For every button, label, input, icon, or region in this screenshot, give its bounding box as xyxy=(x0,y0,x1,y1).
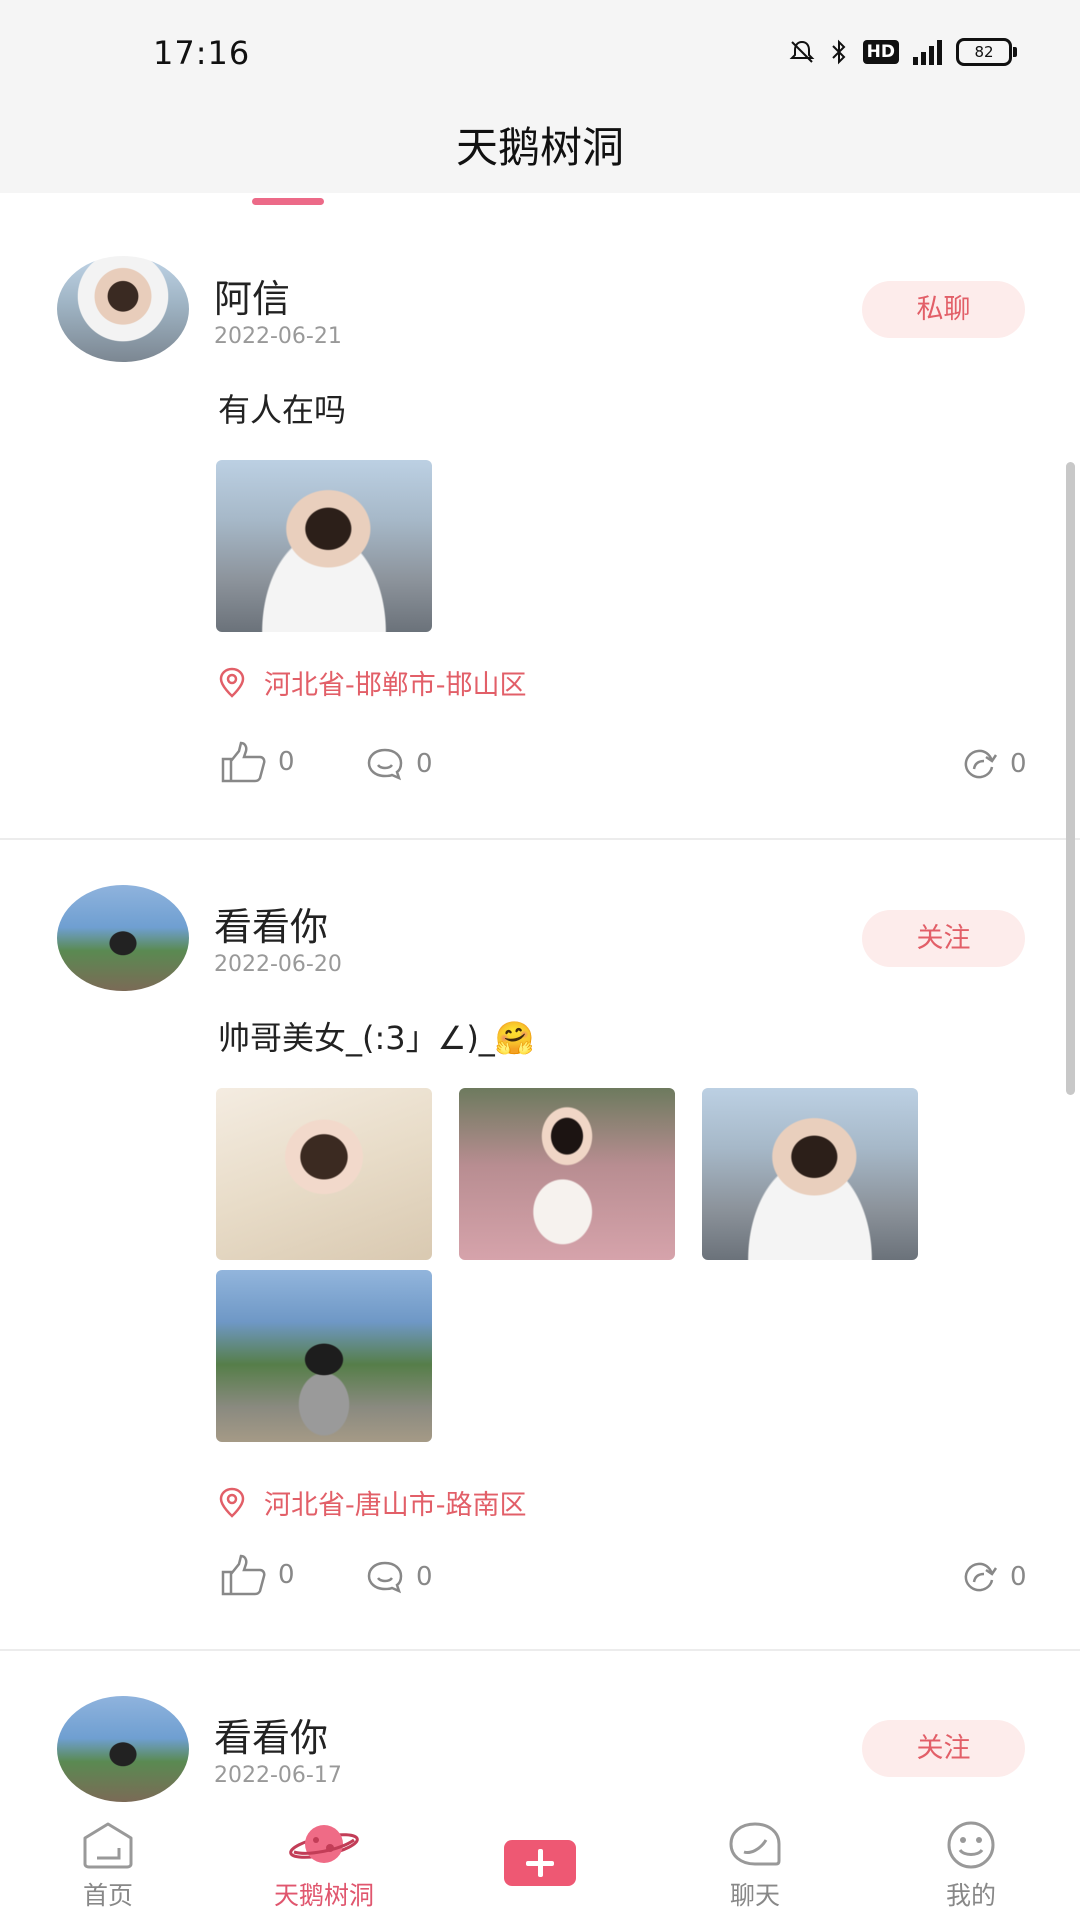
location-tag[interactable]: 河北省-邯郸市-邯山区 xyxy=(218,663,527,702)
like-button[interactable]: 0 xyxy=(220,1554,295,1596)
comment-count: 0 xyxy=(416,749,433,779)
username: 阿信 xyxy=(214,277,291,321)
share-button[interactable]: 0 xyxy=(962,747,1027,781)
username: 看看你 xyxy=(214,1716,329,1760)
location-pin-icon xyxy=(219,1487,245,1518)
status-icons: HD 82 xyxy=(789,38,1017,66)
location-tag[interactable]: 河北省-唐山市-路南区 xyxy=(218,1483,527,1522)
nav-chat[interactable]: 聊天 xyxy=(680,1810,830,1920)
location-text: 河北省-唐山市-路南区 xyxy=(264,1490,527,1521)
chat-bubble-icon xyxy=(729,1822,781,1866)
post-photo[interactable] xyxy=(216,460,432,632)
hd-badge: HD xyxy=(862,40,899,64)
home-icon xyxy=(83,1822,133,1869)
bottom-nav: 首页 天鹅树洞 聊天 我的 xyxy=(0,1810,1080,1920)
comment-button[interactable]: 0 xyxy=(366,747,433,781)
follow-button[interactable]: 关注 xyxy=(862,910,1025,967)
nav-home[interactable]: 首页 xyxy=(33,1810,183,1920)
post-content: 有人在吗 xyxy=(218,391,347,429)
avatar[interactable] xyxy=(57,1696,189,1802)
tab-indicator xyxy=(252,198,324,205)
smiley-face-icon xyxy=(947,1821,995,1869)
post-date: 2022-06-20 xyxy=(214,952,342,977)
avatar[interactable] xyxy=(57,885,189,991)
mute-bell-icon xyxy=(789,40,815,63)
post-content: 帅哥美女_(:3」∠)_🤗 xyxy=(218,1019,535,1057)
status-time: 17:16 xyxy=(153,34,251,72)
post-photo[interactable] xyxy=(216,1270,432,1442)
share-icon xyxy=(964,749,998,779)
share-count: 0 xyxy=(1010,1562,1027,1592)
post-date: 2022-06-21 xyxy=(214,324,342,349)
like-button[interactable]: 0 xyxy=(220,741,295,783)
bluetooth-icon xyxy=(831,39,846,65)
share-button[interactable]: 0 xyxy=(962,1560,1027,1594)
scrollbar[interactable] xyxy=(1066,462,1075,1095)
thumbs-up-icon xyxy=(221,1554,266,1596)
like-count: 0 xyxy=(278,1560,295,1590)
divider xyxy=(0,1649,1080,1651)
divider xyxy=(0,838,1080,840)
share-count: 0 xyxy=(1010,749,1027,779)
post-photo[interactable] xyxy=(702,1088,918,1260)
thumbs-up-icon xyxy=(221,741,266,783)
post-date: 2022-06-17 xyxy=(214,1763,342,1788)
page-title: 天鹅树洞 xyxy=(455,123,624,172)
status-bar: 17:16 HD 82 xyxy=(0,0,1080,100)
comment-count: 0 xyxy=(416,1562,433,1592)
add-post-button[interactable] xyxy=(504,1840,576,1886)
nav-tree-hole[interactable]: 天鹅树洞 xyxy=(249,1810,399,1920)
comment-bubble-icon xyxy=(367,1561,403,1594)
private-chat-button[interactable]: 私聊 xyxy=(862,281,1025,338)
post-photo[interactable] xyxy=(459,1088,675,1260)
nav-label: 天鹅树洞 xyxy=(273,1881,374,1910)
location-text: 河北省-邯郸市-邯山区 xyxy=(264,670,527,701)
location-pin-icon xyxy=(219,667,245,698)
share-icon xyxy=(964,1562,998,1592)
nav-label: 首页 xyxy=(82,1881,133,1910)
post-photo[interactable] xyxy=(216,1088,432,1260)
avatar[interactable] xyxy=(57,256,189,362)
nav-mine[interactable]: 我的 xyxy=(896,1810,1046,1920)
follow-button[interactable]: 关注 xyxy=(862,1720,1025,1777)
planet-icon xyxy=(289,1825,359,1863)
battery-icon: 82 xyxy=(956,38,1017,66)
signal-icon xyxy=(913,39,942,65)
username: 看看你 xyxy=(214,905,329,949)
nav-label: 聊天 xyxy=(729,1881,780,1910)
nav-label: 我的 xyxy=(945,1881,996,1910)
like-count: 0 xyxy=(278,747,295,777)
comment-button[interactable]: 0 xyxy=(366,1560,433,1594)
comment-bubble-icon xyxy=(367,748,403,781)
title-bar: 天鹅树洞 xyxy=(0,100,1080,193)
